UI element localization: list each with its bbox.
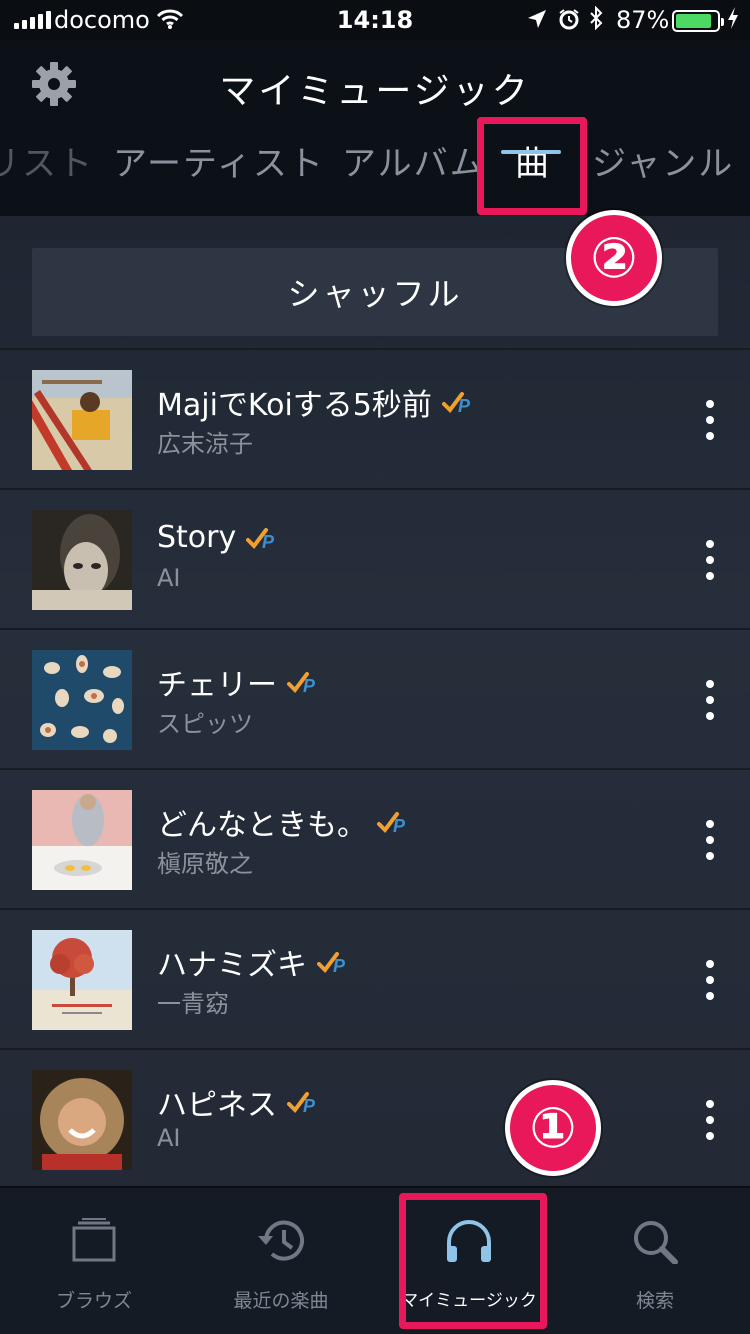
nav-browse[interactable]: ブラウズ <box>19 1188 169 1334</box>
song-title: MajiでKoiする5秒前 P <box>157 380 476 424</box>
svg-text:P: P <box>262 532 275 552</box>
song-artist: スピッツ <box>157 710 253 738</box>
location-arrow-icon <box>526 8 548 36</box>
svg-text:P: P <box>303 1096 316 1116</box>
more-options-icon[interactable] <box>694 678 726 722</box>
song-row[interactable]: どんなときも。 P 槇原敬之 <box>0 768 750 908</box>
category-tabs: リスト アーティスト アルバム 曲 ジャンル <box>0 136 750 196</box>
song-title-text: ハピネス <box>157 1088 277 1123</box>
page-title: マイミュージック <box>219 71 531 112</box>
prime-badge-icon: P <box>317 949 351 976</box>
nav-label: 検索 <box>635 1290 674 1312</box>
song-list-area: シャッフル MajiでKoiする5秒前 P 広末涼子 Story P AI チェ… <box>0 216 750 1186</box>
song-title: チェリー P <box>157 660 321 704</box>
song-title-text: MajiでKoiする5秒前 <box>157 388 432 423</box>
search-icon <box>631 1218 679 1268</box>
annotation-number-2: ② <box>566 210 662 306</box>
song-row[interactable]: ハピネス P AI <box>0 1048 750 1186</box>
song-row[interactable]: MajiでKoiする5秒前 P 広末涼子 <box>0 348 750 488</box>
song-artist: 槇原敬之 <box>157 850 253 878</box>
nav-recent[interactable]: 最近の楽曲 <box>206 1188 356 1334</box>
charging-icon <box>726 6 740 36</box>
svg-text:P: P <box>393 816 406 836</box>
prime-badge-icon: P <box>287 1089 321 1116</box>
header: マイミュージック リスト アーティスト アルバム 曲 ジャンル <box>0 40 750 216</box>
song-title: どんなときも。 P <box>157 800 411 844</box>
more-options-icon[interactable] <box>694 958 726 1002</box>
battery-percent: 87% <box>616 6 670 34</box>
nav-label: 最近の楽曲 <box>233 1290 329 1312</box>
song-row[interactable]: Story P AI <box>0 488 750 628</box>
more-options-icon[interactable] <box>694 398 726 442</box>
song-title: Story P <box>157 520 280 555</box>
svg-text:P: P <box>458 396 471 416</box>
album-art <box>32 790 132 890</box>
album-art <box>32 510 132 610</box>
nav-label: ブラウズ <box>55 1290 132 1312</box>
prime-badge-icon: P <box>287 669 321 696</box>
bluetooth-icon <box>588 5 604 36</box>
status-bar: docomo 14:18 87% <box>0 0 750 40</box>
more-options-icon[interactable] <box>694 818 726 862</box>
album-art <box>32 370 132 470</box>
album-art <box>32 930 132 1030</box>
song-list: MajiでKoiする5秒前 P 広末涼子 Story P AI チェリー P ス… <box>0 348 750 1186</box>
song-artist: AI <box>157 564 181 592</box>
album-art <box>32 1070 132 1170</box>
song-artist: AI <box>157 1124 181 1152</box>
song-title-text: ハナミズキ <box>157 948 307 983</box>
tab-artist[interactable]: アーティスト <box>113 136 325 185</box>
song-title-text: チェリー <box>157 668 277 703</box>
song-row[interactable]: チェリー P スピッツ <box>0 628 750 768</box>
nav-search[interactable]: 検索 <box>580 1188 730 1334</box>
prime-badge-icon: P <box>441 389 476 416</box>
history-icon <box>256 1218 306 1268</box>
song-title-text: どんなときも。 <box>157 808 367 843</box>
svg-text:P: P <box>333 956 346 976</box>
song-title: ハナミズキ P <box>157 940 351 984</box>
prime-badge-icon: P <box>377 809 411 836</box>
alarm-icon <box>558 8 580 36</box>
annotation-number-1: ① <box>505 1080 601 1176</box>
browse-icon <box>70 1218 118 1266</box>
more-options-icon[interactable] <box>694 538 726 582</box>
annotation-highlight-songs-tab <box>477 117 587 215</box>
prime-badge-icon: P <box>246 525 280 552</box>
song-row[interactable]: ハナミズキ P 一青窈 <box>0 908 750 1048</box>
annotation-highlight-my-music <box>399 1193 547 1329</box>
more-options-icon[interactable] <box>694 1098 726 1142</box>
song-title: ハピネス P <box>157 1080 321 1124</box>
tab-list[interactable]: リスト <box>0 136 94 185</box>
svg-text:P: P <box>303 676 316 696</box>
album-art <box>32 650 132 750</box>
battery-icon <box>672 10 724 32</box>
tab-album[interactable]: アルバム <box>342 136 486 185</box>
song-artist: 広末涼子 <box>157 430 253 458</box>
song-title-text: Story <box>157 520 237 555</box>
tab-genre[interactable]: ジャンル <box>592 136 734 185</box>
bottom-tab-bar: ブラウズ 最近の楽曲 マイミュージック 検索 <box>0 1186 750 1334</box>
song-artist: 一青窈 <box>157 990 229 1018</box>
